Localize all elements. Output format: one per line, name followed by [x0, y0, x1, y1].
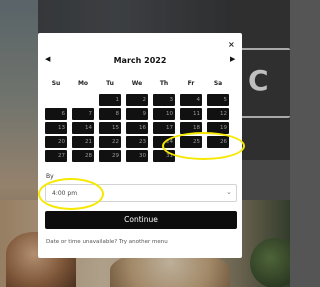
calendar-day[interactable]: 9: [126, 108, 148, 120]
calendar-day[interactable]: 14: [72, 122, 94, 134]
weekday-label: Th: [159, 80, 169, 87]
calendar-day[interactable]: 10: [153, 108, 175, 120]
calendar-day[interactable]: 12: [207, 108, 229, 120]
close-icon[interactable]: ×: [228, 40, 235, 49]
weekday-label: Tu: [106, 80, 114, 87]
calendar-day[interactable]: 30: [126, 150, 148, 162]
calendar-day[interactable]: 1: [99, 94, 121, 106]
weekday-label: Mo: [77, 80, 89, 87]
calendar-day[interactable]: 16: [126, 122, 148, 134]
calendar-day[interactable]: 28: [72, 150, 94, 162]
calendar-day[interactable]: 7: [72, 108, 94, 120]
chevron-down-icon: ⌄: [226, 188, 232, 196]
month-title: March 2022: [113, 56, 167, 65]
next-month-icon[interactable]: ▶: [230, 55, 235, 63]
calendar-day[interactable]: 13: [45, 122, 67, 134]
calendar-day[interactable]: 3: [153, 94, 175, 106]
calendar-day[interactable]: 5: [207, 94, 229, 106]
calendar-day[interactable]: 2: [126, 94, 148, 106]
calendar-day[interactable]: 22: [99, 136, 121, 148]
weekday-label: Fr: [187, 80, 195, 87]
calendar-day[interactable]: 21: [72, 136, 94, 148]
calendar-day[interactable]: 8: [99, 108, 121, 120]
calendar-day[interactable]: 20: [45, 136, 67, 148]
try-another-menu-link[interactable]: Date or time unavailable? Try another me…: [46, 239, 168, 245]
weekday-label: Sa: [213, 80, 223, 87]
calendar-day[interactable]: 17: [153, 122, 175, 134]
by-label: By: [46, 173, 54, 180]
continue-button[interactable]: Continue: [45, 211, 237, 229]
calendar-day[interactable]: 11: [180, 108, 202, 120]
weekday-label: We: [131, 80, 143, 87]
calendar-day[interactable]: 23: [126, 136, 148, 148]
calendar-day[interactable]: 4: [180, 94, 202, 106]
highlight-ellipse-dates: [162, 132, 245, 160]
month-navigation: ◀ March 2022 ▶: [38, 55, 242, 67]
highlight-ellipse-time: [38, 178, 104, 210]
calendar-day[interactable]: 29: [99, 150, 121, 162]
calendar-day[interactable]: 27: [45, 150, 67, 162]
weekday-label: Su: [51, 80, 61, 87]
calendar-day[interactable]: 6: [45, 108, 67, 120]
calendar-day[interactable]: 15: [99, 122, 121, 134]
